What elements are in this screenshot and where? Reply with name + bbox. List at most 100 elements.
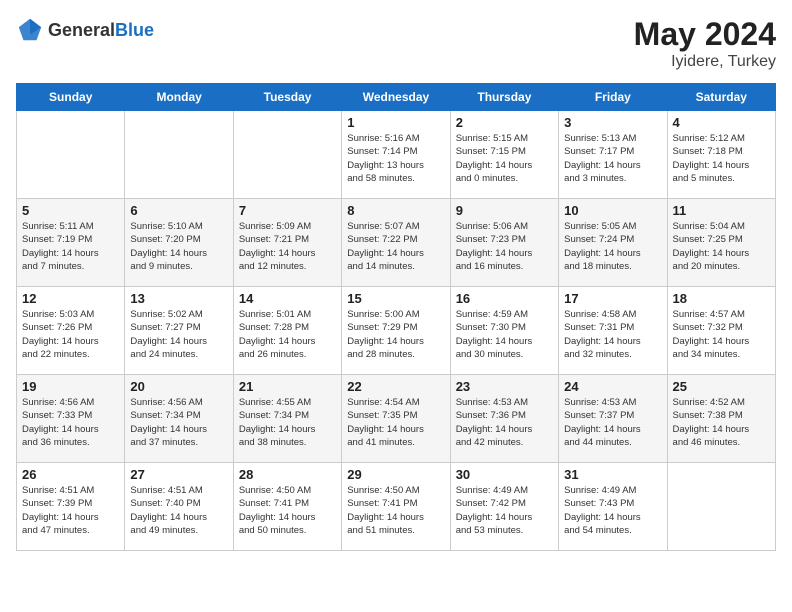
day-header-sunday: Sunday — [17, 84, 125, 111]
cell-info: Sunrise: 4:58 AM Sunset: 7:31 PM Dayligh… — [564, 308, 661, 361]
cell-info: Sunrise: 5:10 AM Sunset: 7:20 PM Dayligh… — [130, 220, 227, 273]
calendar-week-3: 12 Sunrise: 5:03 AM Sunset: 7:26 PM Dayli… — [17, 287, 776, 375]
calendar-week-4: 19 Sunrise: 4:56 AM Sunset: 7:33 PM Dayli… — [17, 375, 776, 463]
day-number: 28 — [239, 467, 336, 482]
day-number: 12 — [22, 291, 119, 306]
day-number: 26 — [22, 467, 119, 482]
day-number: 6 — [130, 203, 227, 218]
calendar-cell: 26 Sunrise: 4:51 AM Sunset: 7:39 PM Dayli… — [17, 463, 125, 551]
day-number: 2 — [456, 115, 553, 130]
calendar-cell: 2Sunrise: 5:15 AM Sunset: 7:15 PM Daylig… — [450, 111, 558, 199]
day-header-monday: Monday — [125, 84, 233, 111]
calendar-cell: 31Sunrise: 4:49 AM Sunset: 7:43 PM Dayli… — [559, 463, 667, 551]
calendar-cell: 17 Sunrise: 4:58 AM Sunset: 7:31 PM Dayli… — [559, 287, 667, 375]
page-header: GeneralBlue May 2024 Iyidere, Turkey — [16, 16, 776, 71]
day-number: 23 — [456, 379, 553, 394]
day-number: 14 — [239, 291, 336, 306]
calendar-cell: 24Sunrise: 4:53 AM Sunset: 7:37 PM Dayli… — [559, 375, 667, 463]
day-number: 24 — [564, 379, 661, 394]
calendar-cell: 28 Sunrise: 4:50 AM Sunset: 7:41 PM Dayli… — [233, 463, 341, 551]
cell-info: Sunrise: 4:50 AM Sunset: 7:41 PM Dayligh… — [347, 484, 444, 537]
day-number: 17 — [564, 291, 661, 306]
day-number: 1 — [347, 115, 444, 130]
calendar-cell: 18 Sunrise: 4:57 AM Sunset: 7:32 PM Dayli… — [667, 287, 775, 375]
cell-info: Sunrise: 4:56 AM Sunset: 7:34 PM Dayligh… — [130, 396, 227, 449]
calendar-cell: 9Sunrise: 5:06 AM Sunset: 7:23 PM Daylig… — [450, 199, 558, 287]
cell-info: Sunrise: 5:13 AM Sunset: 7:17 PM Dayligh… — [564, 132, 661, 185]
calendar-cell: 7Sunrise: 5:09 AM Sunset: 7:21 PM Daylig… — [233, 199, 341, 287]
calendar-cell: 19 Sunrise: 4:56 AM Sunset: 7:33 PM Dayli… — [17, 375, 125, 463]
day-number: 22 — [347, 379, 444, 394]
cell-info: Sunrise: 5:02 AM Sunset: 7:27 PM Dayligh… — [130, 308, 227, 361]
month-year: May 2024 — [634, 16, 776, 53]
cell-info: Sunrise: 4:57 AM Sunset: 7:32 PM Dayligh… — [673, 308, 770, 361]
day-number: 30 — [456, 467, 553, 482]
calendar-cell: 1 Sunrise: 5:16 AM Sunset: 7:14 PM Daylig… — [342, 111, 450, 199]
logo-icon — [16, 16, 44, 44]
calendar-cell: 16Sunrise: 4:59 AM Sunset: 7:30 PM Dayli… — [450, 287, 558, 375]
calendar-cell — [233, 111, 341, 199]
calendar-cell: 12 Sunrise: 5:03 AM Sunset: 7:26 PM Dayli… — [17, 287, 125, 375]
cell-info: Sunrise: 4:51 AM Sunset: 7:40 PM Dayligh… — [130, 484, 227, 537]
calendar-cell: 5 Sunrise: 5:11 AM Sunset: 7:19 PM Daylig… — [17, 199, 125, 287]
calendar-cell: 3Sunrise: 5:13 AM Sunset: 7:17 PM Daylig… — [559, 111, 667, 199]
cell-info: Sunrise: 5:12 AM Sunset: 7:18 PM Dayligh… — [673, 132, 770, 185]
cell-info: Sunrise: 5:00 AM Sunset: 7:29 PM Dayligh… — [347, 308, 444, 361]
day-number: 9 — [456, 203, 553, 218]
cell-info: Sunrise: 5:09 AM Sunset: 7:21 PM Dayligh… — [239, 220, 336, 273]
day-header-saturday: Saturday — [667, 84, 775, 111]
day-header-wednesday: Wednesday — [342, 84, 450, 111]
day-number: 8 — [347, 203, 444, 218]
day-number: 4 — [673, 115, 770, 130]
day-number: 18 — [673, 291, 770, 306]
day-number: 11 — [673, 203, 770, 218]
calendar-week-5: 26 Sunrise: 4:51 AM Sunset: 7:39 PM Dayli… — [17, 463, 776, 551]
cell-info: Sunrise: 5:05 AM Sunset: 7:24 PM Dayligh… — [564, 220, 661, 273]
cell-info: Sunrise: 4:49 AM Sunset: 7:42 PM Dayligh… — [456, 484, 553, 537]
logo: GeneralBlue — [16, 16, 154, 44]
calendar-week-1: 1 Sunrise: 5:16 AM Sunset: 7:14 PM Daylig… — [17, 111, 776, 199]
day-number: 27 — [130, 467, 227, 482]
calendar-cell: 8 Sunrise: 5:07 AM Sunset: 7:22 PM Daylig… — [342, 199, 450, 287]
cell-info: Sunrise: 4:59 AM Sunset: 7:30 PM Dayligh… — [456, 308, 553, 361]
calendar-table: SundayMondayTuesdayWednesdayThursdayFrid… — [16, 83, 776, 551]
logo-text-general: General — [48, 20, 115, 40]
day-number: 21 — [239, 379, 336, 394]
calendar-cell: 11 Sunrise: 5:04 AM Sunset: 7:25 PM Dayli… — [667, 199, 775, 287]
day-number: 15 — [347, 291, 444, 306]
day-number: 5 — [22, 203, 119, 218]
day-header-tuesday: Tuesday — [233, 84, 341, 111]
cell-info: Sunrise: 4:50 AM Sunset: 7:41 PM Dayligh… — [239, 484, 336, 537]
location: Iyidere, Turkey — [634, 53, 776, 71]
calendar-cell: 13Sunrise: 5:02 AM Sunset: 7:27 PM Dayli… — [125, 287, 233, 375]
calendar-cell: 15 Sunrise: 5:00 AM Sunset: 7:29 PM Dayli… — [342, 287, 450, 375]
calendar-cell — [17, 111, 125, 199]
calendar-cell: 4 Sunrise: 5:12 AM Sunset: 7:18 PM Daylig… — [667, 111, 775, 199]
calendar-cell: 14Sunrise: 5:01 AM Sunset: 7:28 PM Dayli… — [233, 287, 341, 375]
cell-info: Sunrise: 4:56 AM Sunset: 7:33 PM Dayligh… — [22, 396, 119, 449]
cell-info: Sunrise: 4:53 AM Sunset: 7:36 PM Dayligh… — [456, 396, 553, 449]
calendar-cell — [667, 463, 775, 551]
calendar-cell: 21 Sunrise: 4:55 AM Sunset: 7:34 PM Dayli… — [233, 375, 341, 463]
day-header-thursday: Thursday — [450, 84, 558, 111]
cell-info: Sunrise: 5:11 AM Sunset: 7:19 PM Dayligh… — [22, 220, 119, 273]
cell-info: Sunrise: 5:07 AM Sunset: 7:22 PM Dayligh… — [347, 220, 444, 273]
cell-info: Sunrise: 5:03 AM Sunset: 7:26 PM Dayligh… — [22, 308, 119, 361]
cell-info: Sunrise: 4:52 AM Sunset: 7:38 PM Dayligh… — [673, 396, 770, 449]
cell-info: Sunrise: 4:55 AM Sunset: 7:34 PM Dayligh… — [239, 396, 336, 449]
day-number: 20 — [130, 379, 227, 394]
day-number: 10 — [564, 203, 661, 218]
calendar-cell: 25Sunrise: 4:52 AM Sunset: 7:38 PM Dayli… — [667, 375, 775, 463]
calendar-cell: 22Sunrise: 4:54 AM Sunset: 7:35 PM Dayli… — [342, 375, 450, 463]
day-number: 31 — [564, 467, 661, 482]
logo-text-blue: Blue — [115, 20, 154, 40]
calendar-cell — [125, 111, 233, 199]
calendar-header-row: SundayMondayTuesdayWednesdayThursdayFrid… — [17, 84, 776, 111]
title-block: May 2024 Iyidere, Turkey — [634, 16, 776, 71]
day-number: 19 — [22, 379, 119, 394]
cell-info: Sunrise: 5:16 AM Sunset: 7:14 PM Dayligh… — [347, 132, 444, 185]
calendar-cell: 10 Sunrise: 5:05 AM Sunset: 7:24 PM Dayli… — [559, 199, 667, 287]
calendar-cell: 6 Sunrise: 5:10 AM Sunset: 7:20 PM Daylig… — [125, 199, 233, 287]
cell-info: Sunrise: 4:51 AM Sunset: 7:39 PM Dayligh… — [22, 484, 119, 537]
cell-info: Sunrise: 5:04 AM Sunset: 7:25 PM Dayligh… — [673, 220, 770, 273]
